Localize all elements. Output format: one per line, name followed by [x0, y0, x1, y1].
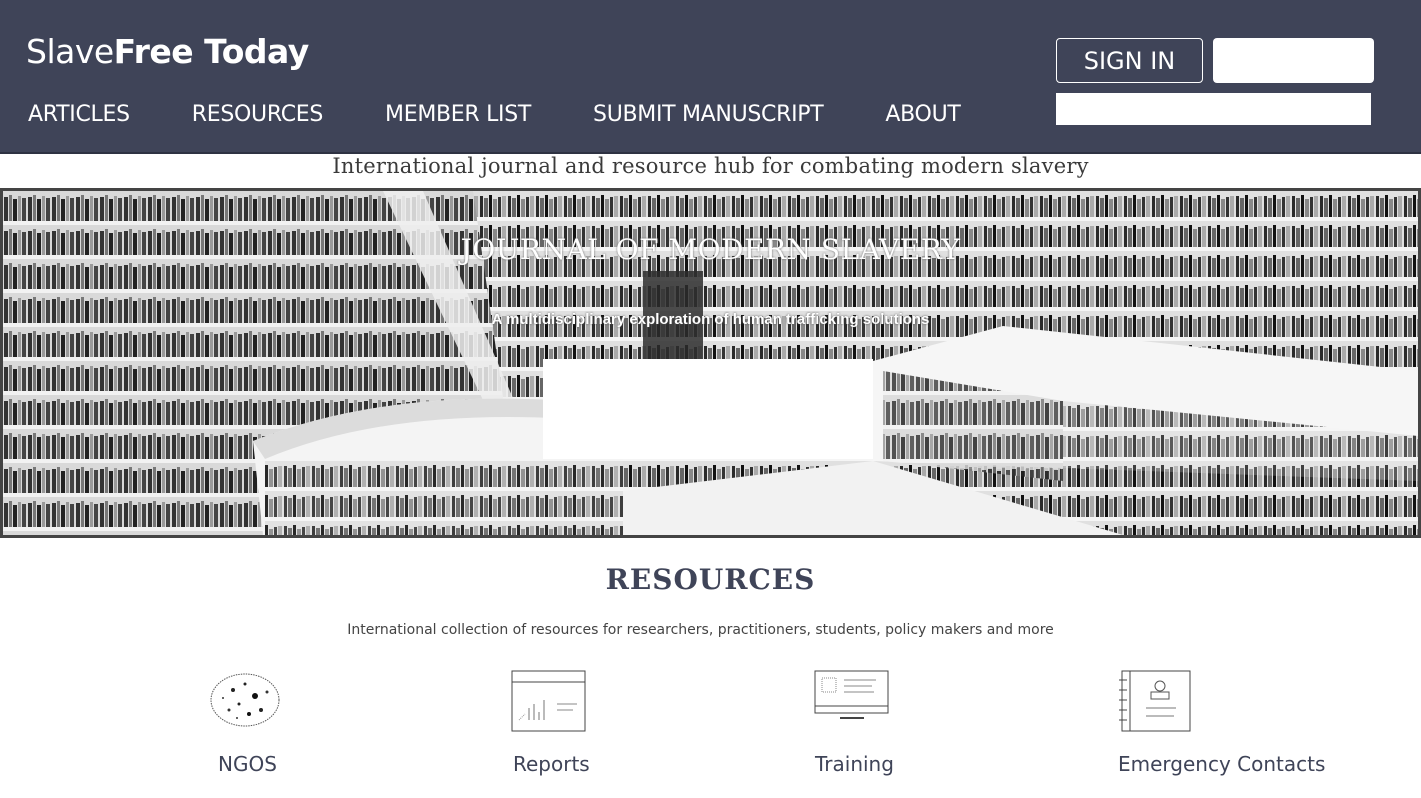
resource-label-reports: Reports	[513, 752, 590, 776]
nav-articles[interactable]: ARTICLES	[28, 102, 130, 127]
resources-subtitle: International collection of resources fo…	[347, 622, 1054, 638]
register-button[interactable]	[1213, 38, 1374, 83]
resources-heading: RESOURCES	[605, 563, 816, 596]
resource-label-ngos: NGOS	[218, 752, 277, 776]
hero-subtitle: A multidisciplinary exploration of human…	[491, 311, 930, 328]
monitor-presentation-icon	[814, 670, 889, 719]
nav-submit-manuscript[interactable]: SUBMIT MANUSCRIPT	[593, 102, 824, 127]
site-header: SlaveFree Today ARTICLES RESOURCES MEMBE…	[0, 0, 1421, 154]
resource-label-emergency-contacts: Emergency Contacts	[1118, 752, 1326, 776]
resource-label-training: Training	[815, 752, 894, 776]
nav-resources[interactable]: RESOURCES	[192, 102, 324, 127]
nav-about[interactable]: ABOUT	[885, 102, 960, 127]
main-nav: ARTICLES RESOURCES MEMBER LIST SUBMIT MA…	[28, 102, 1023, 127]
sign-in-button[interactable]: SIGN IN	[1056, 38, 1203, 83]
report-chart-icon	[511, 670, 586, 732]
contact-book-icon	[1119, 670, 1191, 732]
site-logo[interactable]: SlaveFree Today	[26, 32, 309, 71]
hero-banner: JOURNAL OF MODERN SLAVERY A multidiscipl…	[0, 188, 1421, 538]
hero-title: JOURNAL OF MODERN SLAVERY	[460, 233, 961, 266]
site-tagline: International journal and resource hub f…	[332, 154, 1089, 178]
search-input[interactable]	[1056, 93, 1371, 125]
globe-dots-icon	[210, 673, 280, 727]
hero-cta-button[interactable]	[543, 359, 873, 459]
nav-member-list[interactable]: MEMBER LIST	[385, 102, 531, 127]
